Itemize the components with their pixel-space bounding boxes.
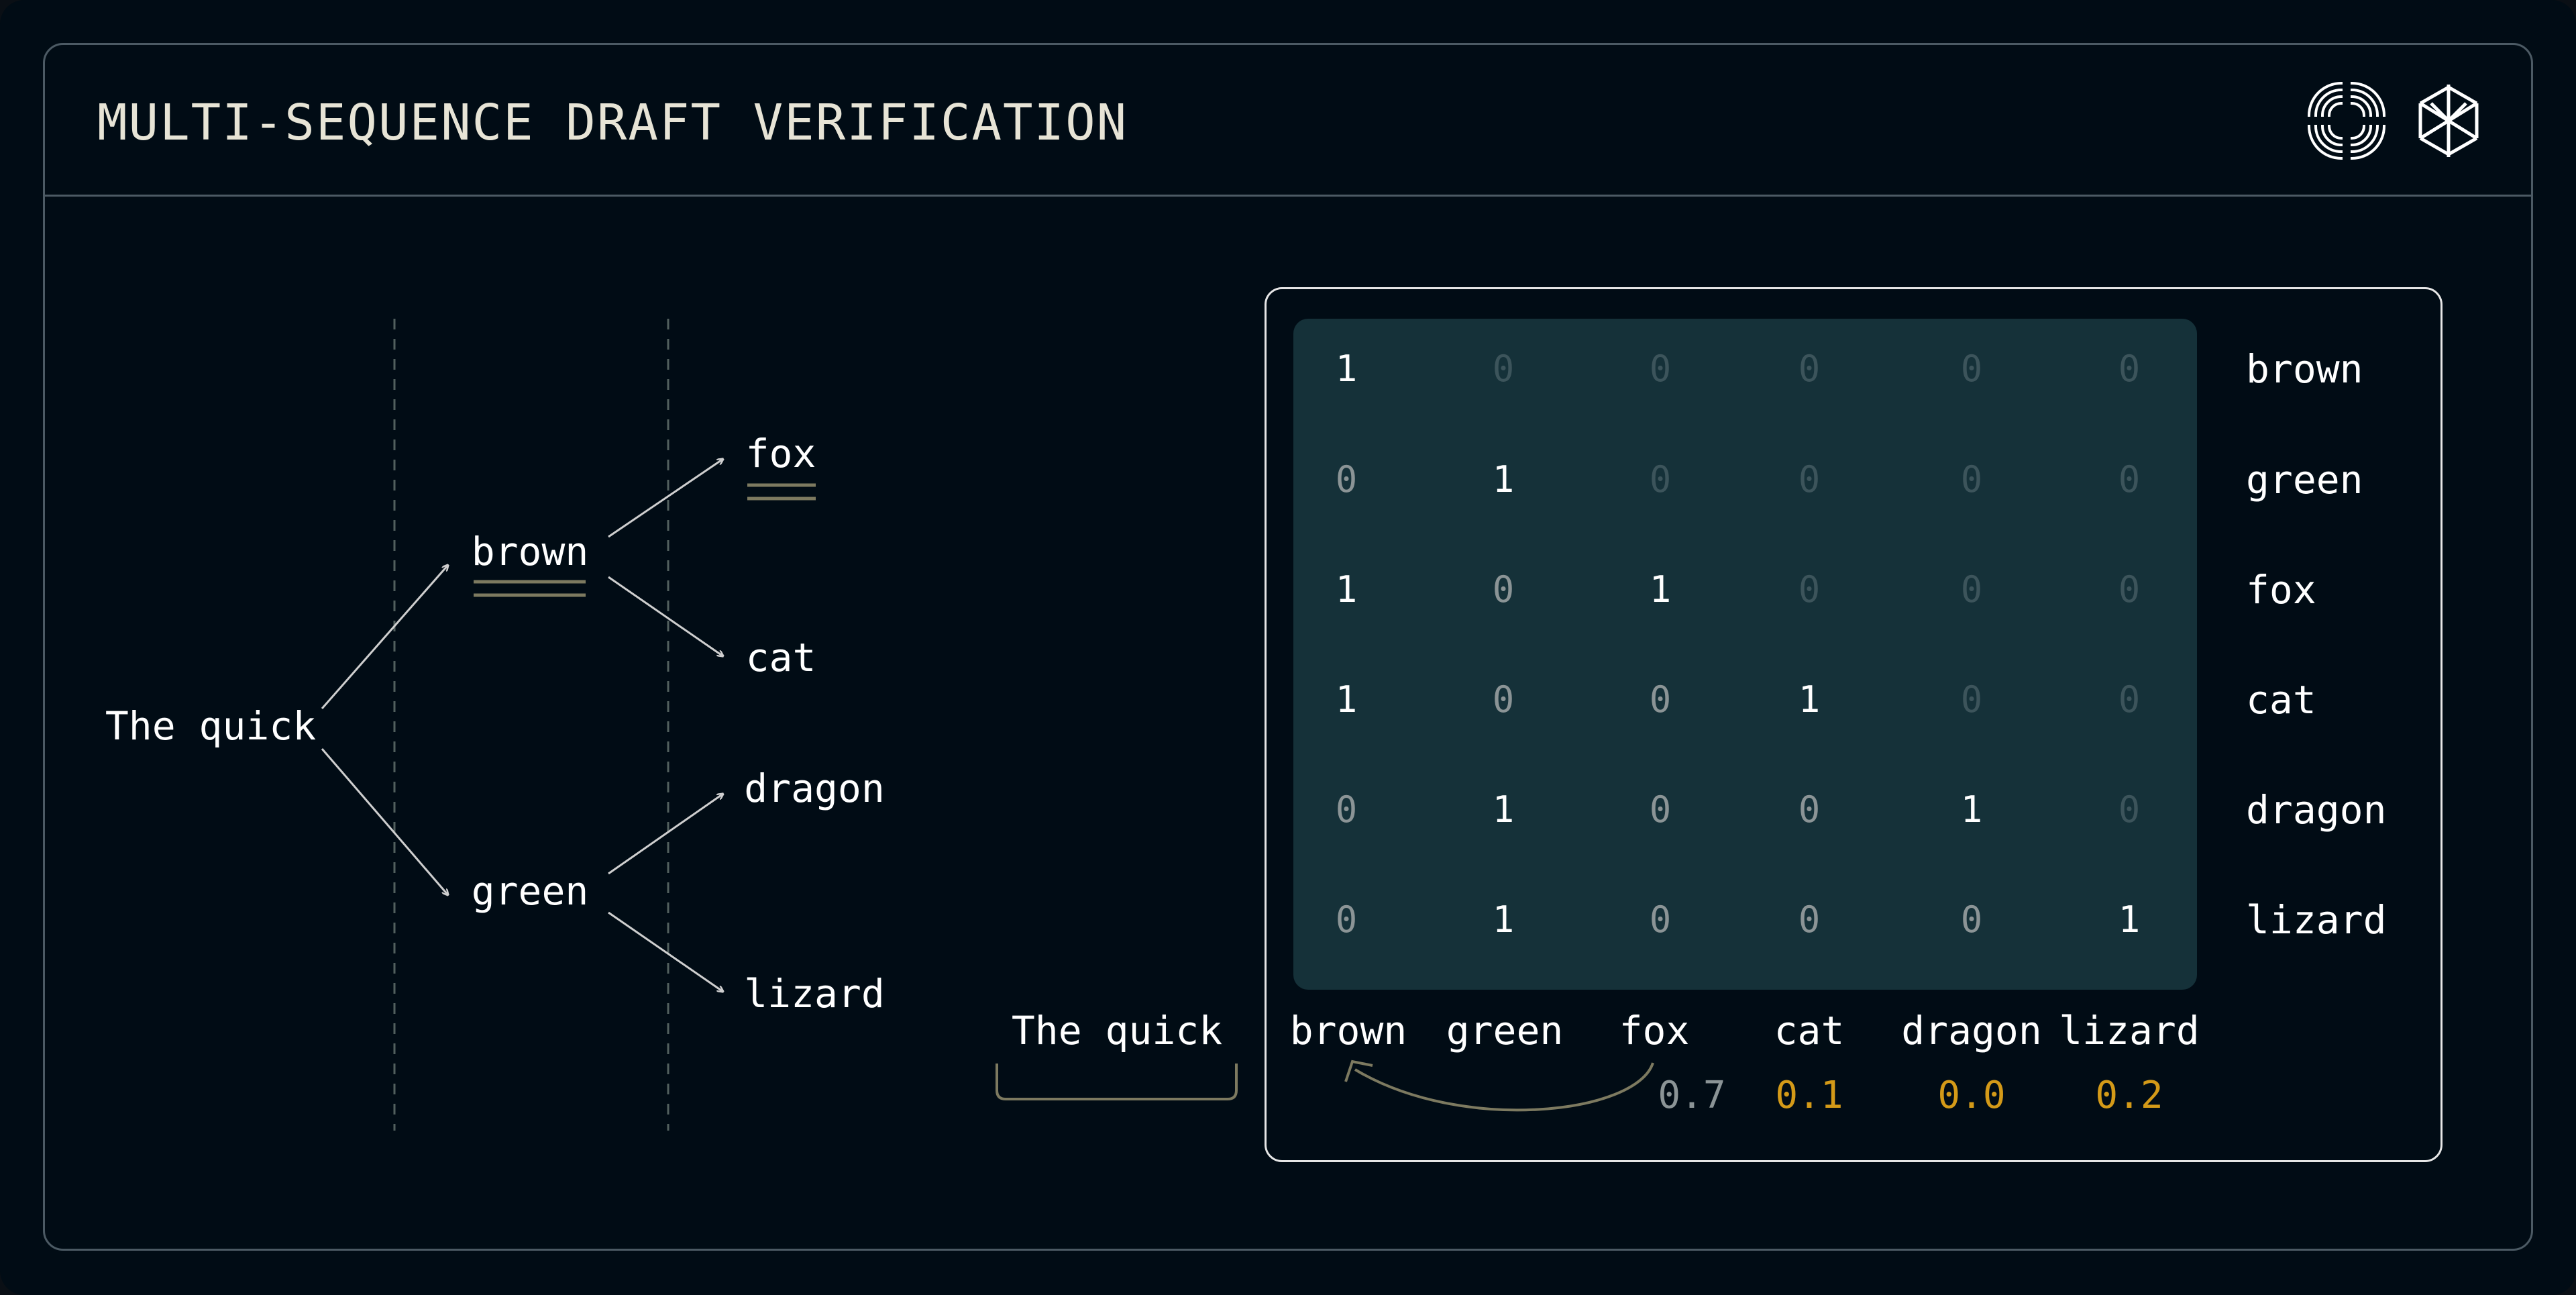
column-label: cat: [1774, 1008, 1845, 1053]
matrix-cell: 0: [2118, 568, 2141, 611]
tree-edge: [608, 911, 723, 992]
matrix-cell: 1: [1649, 568, 1672, 611]
matrix-cell: 0: [2118, 678, 2141, 721]
matrix-cell: 1: [1492, 898, 1515, 941]
tree-node-green: green: [471, 868, 589, 914]
matrix-cell: 0: [1960, 348, 1983, 390]
matrix-cell: 1: [1335, 678, 1358, 721]
matrix-cell: 1: [1492, 788, 1515, 831]
tree-node-lizard: lizard: [744, 971, 885, 1017]
tree-edge: [321, 748, 448, 895]
matrix-cell: 0: [1798, 788, 1821, 831]
matrix-cell: 1: [1798, 678, 1821, 721]
diagram-canvas: MULTI-SEQUENCE DRAFT VERIFICATION The qu…: [0, 0, 2576, 1295]
matrix-cell: 0: [1649, 898, 1672, 941]
matrix-cell: 1: [1335, 568, 1358, 611]
tree-edge: [608, 794, 723, 875]
column-label: dragon: [1901, 1008, 2042, 1053]
matrix-cell: 0: [1649, 678, 1672, 721]
matrix-cell: 0: [1335, 788, 1358, 831]
tree-edge: [608, 576, 723, 656]
matrix-cell: 0: [1492, 348, 1515, 390]
matrix-cell: 0: [1798, 568, 1821, 611]
attention-mask-matrix: [1293, 319, 2197, 990]
matrix-cell: 1: [1492, 458, 1515, 501]
tree-node-dragon: dragon: [744, 766, 885, 811]
row-label: fox: [2246, 567, 2316, 613]
matrix-cell: 0: [1960, 568, 1983, 611]
matrix-cell: 1: [1335, 348, 1358, 390]
row-label: cat: [2246, 677, 2316, 723]
column-label: fox: [1619, 1008, 1690, 1053]
matrix-cell: 0: [1798, 458, 1821, 501]
column-label: green: [1446, 1008, 1564, 1053]
column-label: lizard: [2059, 1008, 2200, 1053]
matrix-cell: 0: [1649, 788, 1672, 831]
tree-edge: [321, 565, 448, 709]
matrix-cell: 1: [2118, 898, 2141, 941]
tree-node-fox: fox: [745, 431, 816, 476]
prefix-label: The quick: [1011, 1008, 1223, 1053]
row-label: green: [2246, 457, 2363, 503]
matrix-cell: 0: [1798, 348, 1821, 390]
matrix-cell: 0: [1335, 458, 1358, 501]
matrix-cell: 0: [1960, 898, 1983, 941]
probability-cat: 0.1: [1775, 1074, 1843, 1117]
tree-node-brown: brown: [471, 529, 589, 574]
row-label: lizard: [2246, 897, 2387, 943]
row-label: dragon: [2246, 787, 2387, 833]
matrix-cell: 0: [2118, 458, 2141, 501]
probability-dragon: 0.0: [1937, 1074, 2006, 1117]
tree-edge: [608, 459, 723, 538]
matrix-cell: 0: [1960, 458, 1983, 501]
matrix-cell: 0: [2118, 788, 2141, 831]
matrix-cell: 0: [1798, 898, 1821, 941]
row-label: brown: [2246, 346, 2363, 392]
matrix-cell: 0: [1492, 678, 1515, 721]
matrix-cell: 0: [1649, 458, 1672, 501]
matrix-cell: 0: [1649, 348, 1672, 390]
matrix-cell: 0: [1335, 898, 1358, 941]
matrix-cell: 1: [1960, 788, 1983, 831]
matrix-cell: 0: [1492, 568, 1515, 611]
prefix-bracket: [996, 1064, 1238, 1100]
tree-root: The quick: [105, 703, 317, 749]
probability-lizard: 0.2: [2095, 1074, 2163, 1117]
tree-node-cat: cat: [745, 635, 816, 680]
column-label: brown: [1289, 1008, 1407, 1053]
matrix-cell: 0: [1960, 678, 1983, 721]
probability-fox: 0.7: [1658, 1074, 1726, 1117]
matrix-cell: 0: [2118, 348, 2141, 390]
